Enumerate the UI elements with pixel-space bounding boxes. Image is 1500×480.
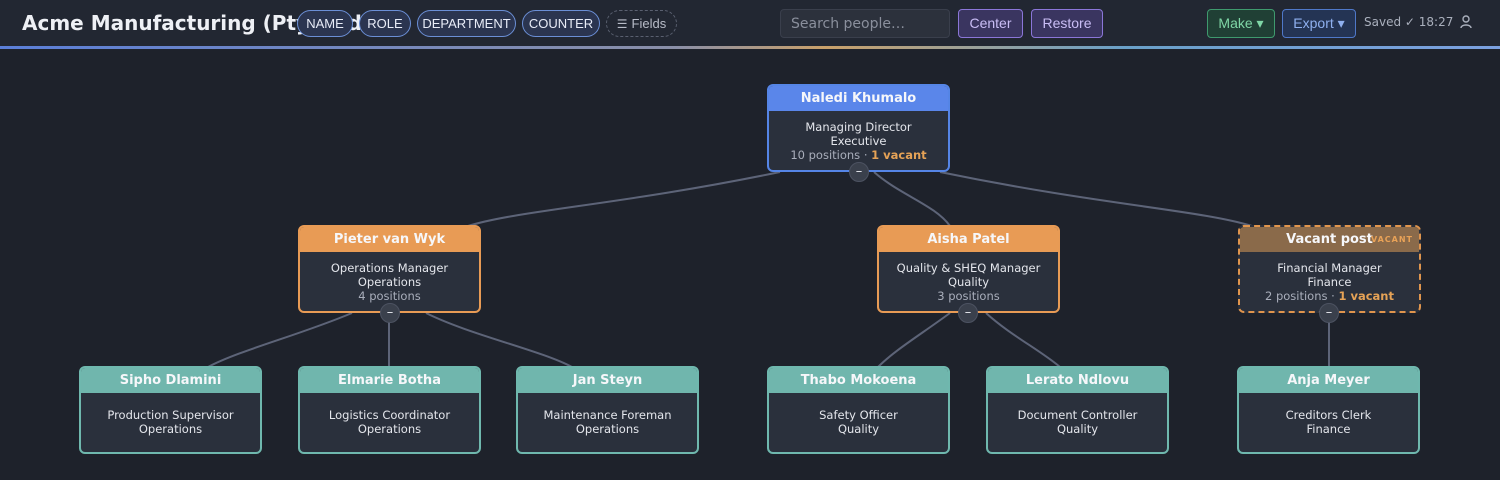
card-department: Operations bbox=[575, 422, 640, 436]
card-counter: 10 positions · 1 vacant bbox=[790, 148, 927, 162]
card-department: Finance bbox=[1306, 422, 1351, 436]
card-department: Finance bbox=[1307, 275, 1352, 289]
card-role: Quality & SHEQ Manager bbox=[896, 261, 1041, 275]
card-department: Quality bbox=[947, 275, 990, 289]
card-name: Pieter van Wyk bbox=[300, 227, 479, 252]
card-role: Maintenance Foreman bbox=[543, 408, 672, 422]
card-role: Operations Manager bbox=[330, 261, 449, 275]
vacant-count: 1 vacant bbox=[871, 148, 927, 162]
card-name: Elmarie Botha bbox=[300, 368, 479, 393]
card-name: Lerato Ndlovu bbox=[988, 368, 1167, 393]
card-counter: 2 positions · 1 vacant bbox=[1264, 289, 1394, 303]
collapse-toggle[interactable]: – bbox=[849, 162, 869, 182]
card-department: Operations bbox=[357, 422, 422, 436]
collapse-toggle[interactable]: – bbox=[380, 303, 400, 323]
card-department: Operations bbox=[357, 275, 422, 289]
card-name: Thabo Mokoena bbox=[769, 368, 948, 393]
card-department: Operations bbox=[138, 422, 203, 436]
org-card-operations-manager[interactable]: Pieter van Wyk Operations Manager Operat… bbox=[298, 225, 481, 313]
card-name: Jan Steyn bbox=[518, 368, 697, 393]
org-card-staff[interactable]: Lerato Ndlovu Document Controller Qualit… bbox=[986, 366, 1169, 454]
org-card-staff[interactable]: Sipho Dlamini Production Supervisor Oper… bbox=[79, 366, 262, 454]
card-counter: 3 positions bbox=[937, 289, 1000, 303]
card-name: Naledi Khumalo bbox=[769, 86, 948, 111]
org-card-vacant-post[interactable]: Vacant post VACANT Financial Manager Fin… bbox=[1238, 225, 1421, 313]
collapse-toggle[interactable]: – bbox=[1319, 303, 1339, 323]
vacant-badge: VACANT bbox=[1370, 235, 1413, 244]
card-role: Production Supervisor bbox=[107, 408, 234, 422]
card-name: Anja Meyer bbox=[1239, 368, 1418, 393]
card-name: Aisha Patel bbox=[879, 227, 1058, 252]
card-department: Quality bbox=[837, 422, 880, 436]
card-role: Safety Officer bbox=[819, 408, 898, 422]
card-role: Creditors Clerk bbox=[1285, 408, 1372, 422]
org-card-managing-director[interactable]: Naledi Khumalo Managing Director Executi… bbox=[767, 84, 950, 172]
vacant-count: 1 vacant bbox=[1338, 289, 1394, 303]
card-name: Vacant post VACANT bbox=[1240, 227, 1419, 252]
org-card-staff[interactable]: Anja Meyer Creditors Clerk Finance bbox=[1237, 366, 1420, 454]
card-role: Financial Manager bbox=[1277, 261, 1382, 275]
card-role: Logistics Coordinator bbox=[328, 408, 451, 422]
card-department: Quality bbox=[1056, 422, 1099, 436]
card-department: Executive bbox=[830, 134, 887, 148]
org-card-staff[interactable]: Elmarie Botha Logistics Coordinator Oper… bbox=[298, 366, 481, 454]
card-role: Managing Director bbox=[805, 120, 912, 134]
card-role: Document Controller bbox=[1017, 408, 1138, 422]
card-name: Sipho Dlamini bbox=[81, 368, 260, 393]
collapse-toggle[interactable]: – bbox=[958, 303, 978, 323]
card-counter: 4 positions bbox=[358, 289, 421, 303]
org-card-quality-manager[interactable]: Aisha Patel Quality & SHEQ Manager Quali… bbox=[877, 225, 1060, 313]
org-card-staff[interactable]: Thabo Mokoena Safety Officer Quality bbox=[767, 366, 950, 454]
org-card-staff[interactable]: Jan Steyn Maintenance Foreman Operations bbox=[516, 366, 699, 454]
